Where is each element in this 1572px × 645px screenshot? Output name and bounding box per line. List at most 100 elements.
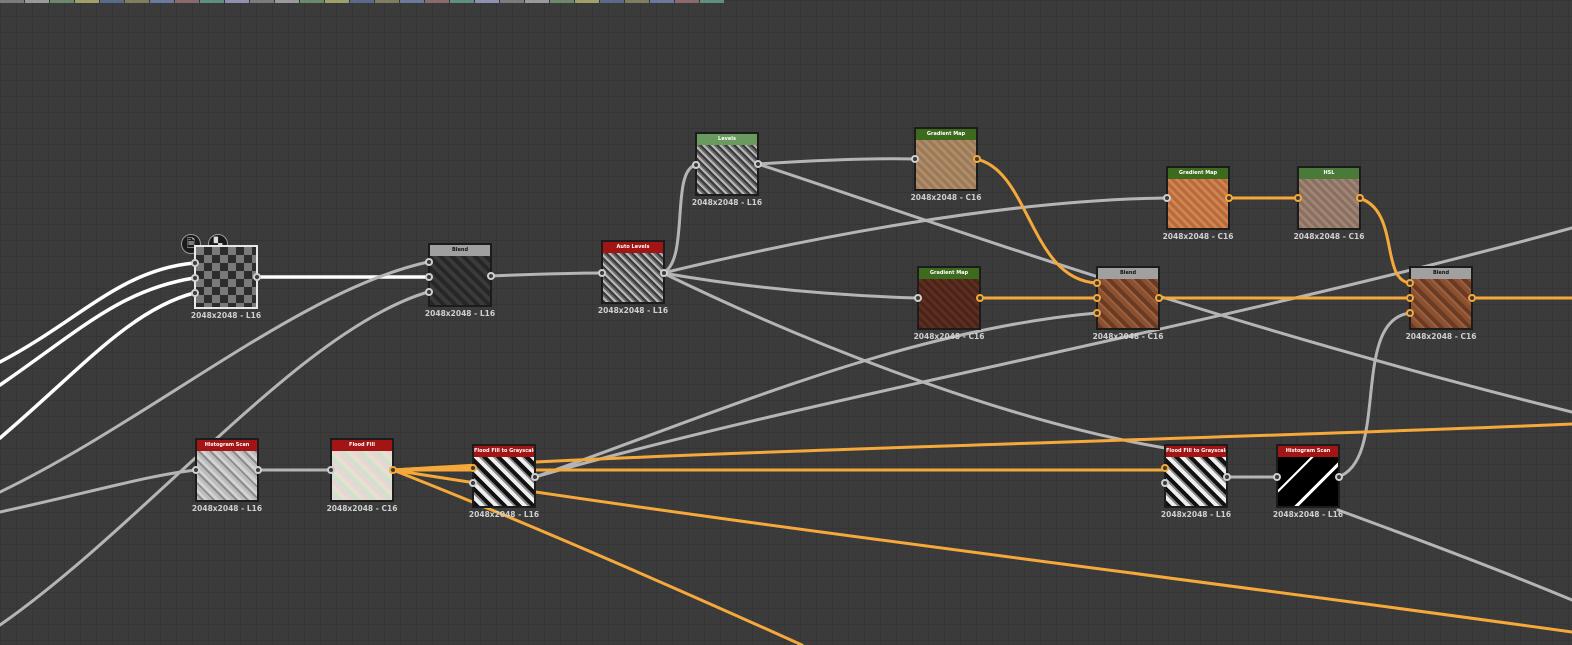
node-title: Levels xyxy=(697,134,757,145)
node-resolution-label: 2048x2048 - L16 xyxy=(468,510,540,519)
node-title: Gradient Map xyxy=(919,268,979,279)
node-resolution-label: 2048x2048 - C16 xyxy=(1405,332,1477,341)
node-title: Gradient Map xyxy=(916,129,976,140)
input-port[interactable] xyxy=(1093,279,1101,287)
output-port[interactable] xyxy=(1155,294,1163,302)
node-thumbnail xyxy=(196,247,256,307)
input-port[interactable] xyxy=(191,289,199,297)
node-thumbnail xyxy=(697,145,757,194)
input-port[interactable] xyxy=(191,259,199,267)
output-port[interactable] xyxy=(1225,194,1233,202)
node-thumbnail xyxy=(1168,179,1228,228)
node-thumbnail xyxy=(1166,457,1226,506)
node-resolution-label: 2048x2048 - L16 xyxy=(597,306,669,315)
node-gradient-map-3[interactable]: Gradient Map xyxy=(917,266,981,330)
node-title: Auto Levels xyxy=(603,242,663,253)
node-title: Flood Fill to Grayscale xyxy=(1166,446,1226,457)
input-port[interactable] xyxy=(1406,279,1414,287)
node-thumbnail xyxy=(1278,457,1338,506)
input-port[interactable] xyxy=(327,466,335,474)
connection-wires xyxy=(0,157,1572,645)
node-gradient-map-2[interactable]: Gradient Map xyxy=(1166,166,1230,230)
wire-grayscale xyxy=(661,271,920,300)
node-flood-fill-gray-1[interactable]: Flood Fill to Grayscale xyxy=(472,444,536,508)
output-port[interactable] xyxy=(976,294,984,302)
node-blend-dark[interactable]: Blend xyxy=(428,243,492,307)
node-flood-fill[interactable]: Flood Fill xyxy=(330,438,394,502)
output-port[interactable] xyxy=(1468,294,1476,302)
output-port[interactable] xyxy=(1335,473,1343,481)
output-port[interactable] xyxy=(389,466,397,474)
node-blend-right[interactable]: Blend xyxy=(1409,266,1473,330)
input-port[interactable] xyxy=(425,258,433,266)
input-port[interactable] xyxy=(1093,309,1101,317)
node-resolution-label: 2048x2048 - L16 xyxy=(691,198,763,207)
output-port[interactable] xyxy=(1356,194,1364,202)
output-port[interactable] xyxy=(660,269,668,277)
input-port[interactable] xyxy=(1406,294,1414,302)
node-histogram-scan-2[interactable]: Histogram Scan xyxy=(1276,444,1340,508)
node-title: Flood Fill to Grayscale xyxy=(474,446,534,457)
output-port[interactable] xyxy=(973,155,981,163)
node-title: Blend xyxy=(430,245,490,256)
wire-color xyxy=(391,468,804,645)
node-thumbnail xyxy=(1299,179,1359,228)
wire-selected xyxy=(0,276,196,387)
input-port[interactable] xyxy=(469,479,477,487)
node-blend-mid[interactable]: Blend xyxy=(1096,266,1160,330)
node-gradient-map-1[interactable]: Gradient Map xyxy=(914,127,978,191)
input-port[interactable] xyxy=(425,288,433,296)
node-levels[interactable]: Levels xyxy=(695,132,759,196)
node-thumbnail xyxy=(430,256,490,305)
node-thumbnail xyxy=(916,140,976,189)
output-port[interactable] xyxy=(487,272,495,280)
node-title: Gradient Map xyxy=(1168,168,1228,179)
node-resolution-label: 2048x2048 - L16 xyxy=(191,504,263,513)
node-title: Histogram Scan xyxy=(1278,446,1338,457)
input-port[interactable] xyxy=(914,294,922,302)
input-port[interactable] xyxy=(469,464,477,472)
input-port[interactable] xyxy=(1163,194,1171,202)
input-port[interactable] xyxy=(1161,464,1169,472)
input-port[interactable] xyxy=(192,466,200,474)
input-port[interactable] xyxy=(1161,479,1169,487)
input-port[interactable] xyxy=(692,161,700,169)
output-port[interactable] xyxy=(754,160,762,168)
node-resolution-label: 2048x2048 - C16 xyxy=(1162,232,1234,241)
wire-grayscale xyxy=(488,271,604,278)
node-histogram-scan-1[interactable]: Histogram Scan xyxy=(195,438,259,502)
node-hsl[interactable]: HSL xyxy=(1297,166,1361,230)
input-port[interactable] xyxy=(598,269,606,277)
output-port[interactable] xyxy=(254,466,262,474)
node-auto-levels[interactable]: Auto Levels xyxy=(601,240,665,304)
wire-grayscale xyxy=(661,196,1169,275)
input-port[interactable] xyxy=(911,155,919,163)
input-port[interactable] xyxy=(425,273,433,281)
output-port[interactable] xyxy=(1223,473,1231,481)
node-thumbnail xyxy=(474,457,534,506)
output-port[interactable] xyxy=(531,473,539,481)
node-title: Histogram Scan xyxy=(197,440,257,451)
wire-grayscale xyxy=(1336,508,1572,602)
node-thumbnail xyxy=(197,451,257,500)
input-port[interactable] xyxy=(1406,309,1414,317)
node-resolution-label: 2048x2048 - L16 xyxy=(1160,510,1232,519)
node-title: Flood Fill xyxy=(332,440,392,451)
node-title: HSL xyxy=(1299,168,1359,179)
node-title: Blend xyxy=(1411,268,1471,279)
input-port[interactable] xyxy=(191,274,199,282)
node-flood-fill-gray-2[interactable]: Flood Fill to Grayscale xyxy=(1164,444,1228,508)
node-thumbnail xyxy=(603,253,663,302)
node-resolution-label: 2048x2048 - C16 xyxy=(910,193,982,202)
node-resolution-label: 2048x2048 - C16 xyxy=(326,504,398,513)
output-port[interactable] xyxy=(253,273,261,281)
node-resolution-label: 2048x2048 - C16 xyxy=(1092,332,1164,341)
input-port[interactable] xyxy=(1294,194,1302,202)
wire-grayscale xyxy=(661,163,698,275)
node-thumbnail xyxy=(919,279,979,328)
node-blend-selected[interactable] xyxy=(194,245,258,309)
wire-selected xyxy=(0,261,196,364)
input-port[interactable] xyxy=(1093,294,1101,302)
node-resolution-label: 2048x2048 - C16 xyxy=(913,332,985,341)
input-port[interactable] xyxy=(1273,473,1281,481)
